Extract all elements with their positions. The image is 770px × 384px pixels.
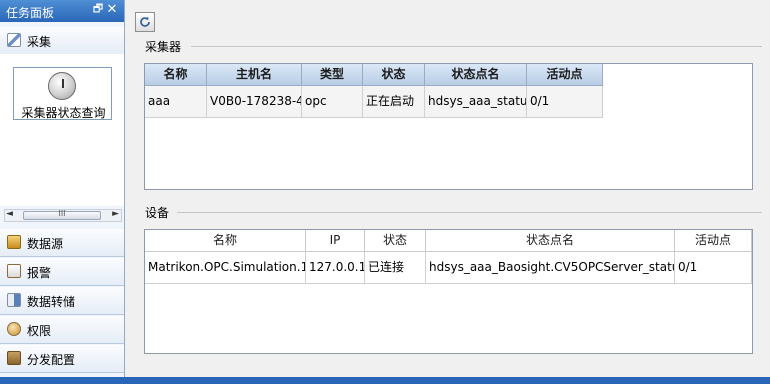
- category-distribution[interactable]: 分发配置: [0, 345, 124, 373]
- column-header-active-points[interactable]: 活动点: [675, 230, 752, 252]
- device-table[interactable]: 名称 IP 状态 状态点名 活动点 Matrikon.OPC.Simulatio…: [144, 229, 753, 354]
- table-cell[interactable]: 0/1: [675, 252, 752, 284]
- category-datasource[interactable]: 数据源: [0, 229, 124, 257]
- alarm-icon: [7, 264, 21, 278]
- status-strip: [0, 377, 770, 384]
- category-label: 采集: [27, 35, 52, 49]
- category-label: 分发配置: [27, 353, 76, 367]
- column-header-type[interactable]: 类型: [302, 64, 363, 86]
- category-alarm[interactable]: 报警: [0, 258, 124, 286]
- user-permission-icon: [7, 322, 21, 336]
- category-label: 权限: [27, 324, 52, 338]
- collector-group-title: 采集器: [145, 40, 182, 54]
- task-panel: 任务面板 🗗 ✕ 采集 采集器状态查询 ◄ III ► 数据源 报警 数据转储 …: [0, 0, 125, 384]
- device-group-title: 设备: [145, 206, 170, 220]
- category-transfer[interactable]: 数据转储: [0, 287, 124, 315]
- column-header-status-point[interactable]: 状态点名: [426, 230, 675, 252]
- group-divider: [191, 46, 762, 47]
- table-cell[interactable]: 0/1: [527, 86, 603, 118]
- table-cell[interactable]: 127.0.0.1: [306, 252, 365, 284]
- main-content: 采集器 名称 主机名 类型 状态 状态点名 活动点 aaa V0B0-17823…: [125, 0, 770, 377]
- collector-status-query-label: 采集器状态查询: [21, 106, 106, 120]
- group-divider: [177, 212, 762, 213]
- datasource-icon: [7, 235, 21, 249]
- transfer-icon: [7, 293, 21, 307]
- table-cell[interactable]: 正在启动: [363, 86, 425, 118]
- table-cell[interactable]: hdsys_aaa_Baosight.CV5OPCServer_status: [426, 252, 675, 284]
- horizontal-scrollbar[interactable]: ◄ III ►: [4, 209, 122, 222]
- table-cell[interactable]: opc: [302, 86, 363, 118]
- column-header-name[interactable]: 名称: [145, 230, 306, 252]
- scroll-left-icon[interactable]: ◄: [6, 209, 13, 219]
- column-header-ip[interactable]: IP: [306, 230, 365, 252]
- collector-status-query-button[interactable]: 采集器状态查询: [13, 67, 112, 120]
- pencil-icon: [7, 33, 21, 47]
- refresh-icon: [140, 16, 150, 27]
- task-panel-title: 任务面板: [6, 6, 55, 20]
- category-label: 报警: [27, 266, 52, 280]
- table-cell[interactable]: 已连接: [365, 252, 426, 284]
- scroll-thumb[interactable]: III: [23, 209, 101, 220]
- table-cell[interactable]: hdsys_aaa_status: [425, 86, 527, 118]
- task-panel-header: 任务面板 🗗 ✕: [0, 0, 124, 22]
- table-cell[interactable]: Matrikon.OPC.Simulation.1: [145, 252, 306, 284]
- column-header-status[interactable]: 状态: [365, 230, 426, 252]
- distribution-icon: [7, 351, 21, 365]
- scroll-grip: III: [58, 209, 66, 218]
- category-label: 数据源: [27, 237, 64, 251]
- category-permission[interactable]: 权限: [0, 316, 124, 344]
- column-header-hostname[interactable]: 主机名: [207, 64, 302, 86]
- category-caiji[interactable]: 采集: [0, 27, 124, 55]
- scroll-right-icon[interactable]: ►: [112, 209, 119, 219]
- column-header-name[interactable]: 名称: [145, 64, 207, 86]
- table-cell[interactable]: V0B0-178238-4: [207, 86, 302, 118]
- category-content-caiji: 采集器状态查询: [0, 54, 124, 206]
- column-header-active-points[interactable]: 活动点: [527, 64, 603, 86]
- column-header-status-point[interactable]: 状态点名: [425, 64, 527, 86]
- float-window-icon[interactable]: 🗗: [92, 3, 104, 15]
- table-cell[interactable]: aaa: [145, 86, 207, 118]
- column-header-status[interactable]: 状态: [363, 64, 425, 86]
- gauge-icon: [48, 72, 76, 100]
- refresh-button[interactable]: [135, 12, 155, 32]
- collector-table[interactable]: 名称 主机名 类型 状态 状态点名 活动点 aaa V0B0-178238-4 …: [144, 63, 753, 190]
- category-label: 数据转储: [27, 295, 76, 309]
- close-icon[interactable]: ✕: [106, 3, 118, 17]
